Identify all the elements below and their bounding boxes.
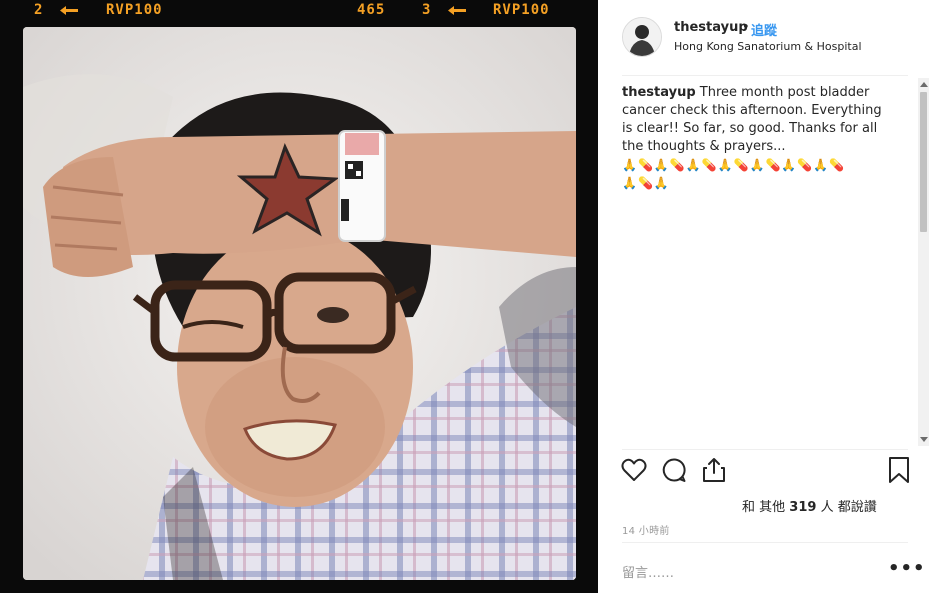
- avatar-image: [623, 18, 661, 56]
- follow-button[interactable]: 追蹤: [751, 20, 777, 39]
- scroll-down-arrow-icon[interactable]: [920, 437, 928, 442]
- caption-emoji-line-1: 🙏💊🙏💊🙏💊🙏💊🙏💊🙏💊🙏💊: [622, 158, 846, 172]
- post-header: thestayup • 追蹤 Hong Kong Sanatorium & Ho…: [598, 0, 931, 75]
- likes-suffix: 人 都說讚: [820, 500, 877, 515]
- likes-count: 319: [789, 500, 817, 515]
- scroll-up-arrow-icon[interactable]: [920, 82, 928, 87]
- film-strip: 2 RVP100 465 3 RVP100: [0, 0, 598, 22]
- separator-dot: •: [742, 20, 750, 35]
- divider: [622, 449, 908, 450]
- caption-emoji-line-2: 🙏💊🙏: [622, 176, 670, 190]
- caption: thestayup Three month post bladder cance…: [622, 84, 892, 156]
- film-brand-right: RVP100: [493, 2, 550, 18]
- action-bar: [598, 456, 931, 490]
- photo-illustration: [23, 27, 576, 580]
- comments-scrollbar[interactable]: [918, 78, 929, 446]
- caption-username[interactable]: thestayup: [622, 85, 696, 100]
- avatar[interactable]: [622, 17, 662, 57]
- film-brand-left: RVP100: [106, 2, 163, 18]
- location-link[interactable]: Hong Kong Sanatorium & Hospital: [674, 40, 862, 53]
- film-frame-number-left: 2: [34, 2, 44, 18]
- username[interactable]: thestayup: [674, 20, 748, 35]
- scrollbar-thumb[interactable]: [920, 92, 927, 232]
- post-photo[interactable]: [23, 27, 576, 580]
- comment-input[interactable]: 留言……: [622, 562, 852, 581]
- likes-summary[interactable]: 和 其他 319 人 都說讚: [742, 496, 877, 515]
- post-photo-pane: 2 RVP100 465 3 RVP100: [0, 0, 598, 593]
- share-icon[interactable]: [700, 456, 728, 484]
- bookmark-icon[interactable]: [885, 456, 913, 484]
- post-timestamp[interactable]: 14 小時前: [622, 522, 670, 537]
- film-counter: 465: [357, 2, 386, 18]
- likes-prefix: 和 其他: [742, 500, 786, 515]
- more-options-button[interactable]: •••: [888, 558, 926, 579]
- divider: [622, 542, 908, 543]
- divider: [622, 75, 908, 76]
- film-arrow-icon: [448, 6, 466, 15]
- heart-icon[interactable]: [620, 456, 648, 484]
- film-frame-number-right: 3: [422, 2, 432, 18]
- film-arrow-icon: [60, 6, 78, 15]
- post-details-panel: thestayup • 追蹤 Hong Kong Sanatorium & Ho…: [598, 0, 931, 593]
- comment-bubble-icon[interactable]: [660, 456, 688, 484]
- comments-area: thestayup Three month post bladder cance…: [622, 84, 912, 448]
